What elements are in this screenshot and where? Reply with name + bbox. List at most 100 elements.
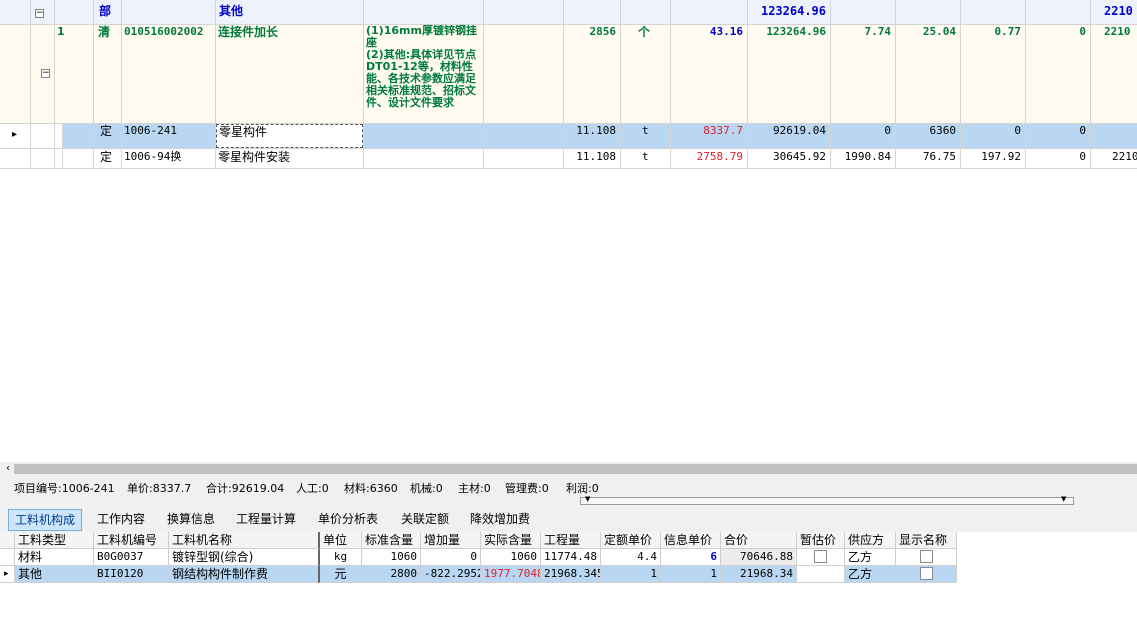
row-pointer-icon: ▸	[0, 566, 15, 583]
col-header-kind[interactable]: 工料类型	[15, 532, 94, 549]
res-amount: 21968.34	[721, 566, 797, 583]
col-header-std-qty[interactable]: 标准含量	[362, 532, 421, 549]
res-supplier[interactable]: 乙方	[845, 549, 896, 566]
quota-main-material: 0	[1079, 150, 1086, 163]
scroll-left-icon[interactable]: ‹	[2, 462, 14, 476]
col-header-info-price[interactable]: 信息单价	[661, 532, 721, 549]
item-extra: 2210	[1104, 25, 1131, 38]
res-provisional[interactable]	[797, 566, 845, 583]
info-item-code: 项目编号:1006-241	[14, 482, 115, 495]
res-supplier[interactable]: 乙方	[845, 566, 896, 583]
splitter-down-icon[interactable]: ▼	[1061, 495, 1069, 503]
res-info-price[interactable]: 6	[661, 549, 721, 566]
display-name-checkbox[interactable]	[919, 566, 933, 580]
tab-related-quota[interactable]: 关联定额	[395, 509, 455, 531]
info-main-material: 主材:0	[458, 482, 491, 495]
tab-efficiency-fee[interactable]: 降效增加费	[464, 509, 536, 531]
collapse-section-icon[interactable]: −	[35, 9, 44, 18]
col-header-quota-price[interactable]: 定额单价	[601, 532, 661, 549]
quota-machine: 197.92	[981, 150, 1021, 163]
quota-total: 30645.92	[773, 150, 826, 163]
res-amount: 70646.88	[721, 549, 797, 566]
item-code: 010516002002	[124, 25, 204, 38]
section-name: 其他	[219, 4, 244, 18]
res-std-qty: 2800	[362, 566, 421, 583]
header-machine: 机械	[965, 0, 1025, 4]
res-quota-price: 1	[601, 566, 661, 583]
res-unit: 元	[320, 566, 362, 583]
horizontal-scrollbar[interactable]: ‹	[0, 462, 1137, 476]
item-total: 123264.96	[766, 25, 826, 38]
tab-quantity-calc[interactable]: 工程量计算	[230, 509, 302, 531]
item-machine: 0.77	[994, 25, 1022, 38]
col-header-add-qty[interactable]: 增加量	[421, 532, 481, 549]
col-header-code[interactable]: 工料机编号	[94, 532, 169, 549]
res-add-qty[interactable]: -822.2952	[421, 566, 481, 583]
item-main-material: 0	[1079, 25, 1086, 38]
res-provisional[interactable]	[797, 549, 845, 566]
detail-tabs: 工料机构成 工作内容 换算信息 工程量计算 单价分析表 关联定额 降效增加费	[0, 507, 1137, 532]
res-kind: 材料	[15, 549, 94, 566]
quota-main-material: 0	[1079, 124, 1086, 137]
item-quantity: 2856	[589, 25, 617, 38]
quota-extra: 2210	[1112, 150, 1137, 163]
tab-unit-price-analysis[interactable]: 单价分析表	[312, 509, 384, 531]
col-header-amount[interactable]: 合价	[721, 532, 797, 549]
header-labor: 人工	[835, 0, 895, 4]
item-material: 25.04	[922, 25, 956, 38]
scrollbar-thumb[interactable]	[14, 464, 1137, 474]
res-info-price[interactable]: 1	[661, 566, 721, 583]
quota-machine: 0	[1014, 124, 1021, 137]
row-indicator-header	[0, 532, 15, 549]
res-name: 镀锌型钢(综合)	[169, 549, 320, 566]
collapse-item-icon[interactable]: −	[41, 69, 50, 78]
item-seq: 1	[57, 25, 65, 38]
provisional-checkbox[interactable]	[814, 549, 827, 563]
col-header-unit[interactable]: 单位	[320, 532, 362, 549]
res-actual-qty[interactable]: 1977.7048	[481, 566, 541, 583]
item-info-bar: 项目编号:1006-241 单价:8337.7 合计:92619.04 人工:0…	[0, 476, 1137, 498]
panel-splitter[interactable]: ▼ ▼	[580, 495, 1074, 505]
quota-labor: 1990.84	[844, 150, 891, 163]
item-labor: 7.74	[864, 25, 892, 38]
col-header-provisional[interactable]: 暂估价	[797, 532, 845, 549]
quota-quantity: 11.108	[576, 124, 616, 137]
item-feature-1: (1)16mm厚镀锌钢挂座	[366, 25, 477, 49]
item-unit: 个	[638, 25, 651, 39]
quota-unit-price: 2758.79	[696, 150, 743, 163]
info-total: 合计:92619.04	[206, 482, 285, 495]
res-work-qty: 21968.345	[541, 566, 601, 583]
quota-type: 定	[100, 150, 113, 164]
section-extra-total: 2210	[1104, 4, 1133, 18]
quota-name-cell[interactable]: 零星构件安装	[218, 150, 358, 164]
col-header-supplier[interactable]: 供应方	[845, 532, 896, 549]
row-pointer-icon: ▸	[12, 129, 18, 140]
tab-conversion-info[interactable]: 换算信息	[161, 509, 221, 531]
res-actual-qty[interactable]: 1060	[481, 549, 541, 566]
display-name-checkbox[interactable]	[919, 549, 933, 563]
tab-resource-composition[interactable]: 工料机构成	[8, 509, 83, 531]
bill-grid[interactable]: 人工 材料 机械 主材 − 部 其他 123264.96 2210 − 1 清 …	[0, 0, 1137, 462]
header-main-material: 主材	[1030, 0, 1090, 4]
col-header-display-name[interactable]: 显示名称	[896, 532, 957, 549]
item-name: 连接件加长	[218, 25, 279, 39]
res-display-name[interactable]	[896, 566, 957, 583]
quota-name-cell[interactable]: 零星构件	[216, 124, 363, 148]
quota-unit-price: 8337.7	[703, 124, 743, 137]
res-display-name[interactable]	[896, 549, 957, 566]
quota-labor: 0	[884, 124, 891, 137]
resource-grid[interactable]: 工料类型 工料机编号 工料机名称 单位 标准含量 增加量 实际含量 工程量 定额…	[0, 532, 1137, 627]
splitter-down-icon[interactable]: ▼	[585, 495, 593, 503]
tab-work-content[interactable]: 工作内容	[91, 509, 151, 531]
res-unit: kg	[320, 549, 362, 566]
col-header-work-qty[interactable]: 工程量	[541, 532, 601, 549]
col-header-actual-qty[interactable]: 实际含量	[481, 532, 541, 549]
info-machine: 机械:0	[410, 482, 443, 495]
info-profit: 利润:0	[566, 482, 599, 495]
col-header-name[interactable]: 工料机名称	[169, 532, 320, 549]
section-total: 123264.96	[760, 4, 826, 18]
res-std-qty: 1060	[362, 549, 421, 566]
res-kind: 其他	[15, 566, 94, 583]
res-add-qty[interactable]: 0	[421, 549, 481, 566]
item-unit-price: 43.16	[709, 25, 743, 38]
